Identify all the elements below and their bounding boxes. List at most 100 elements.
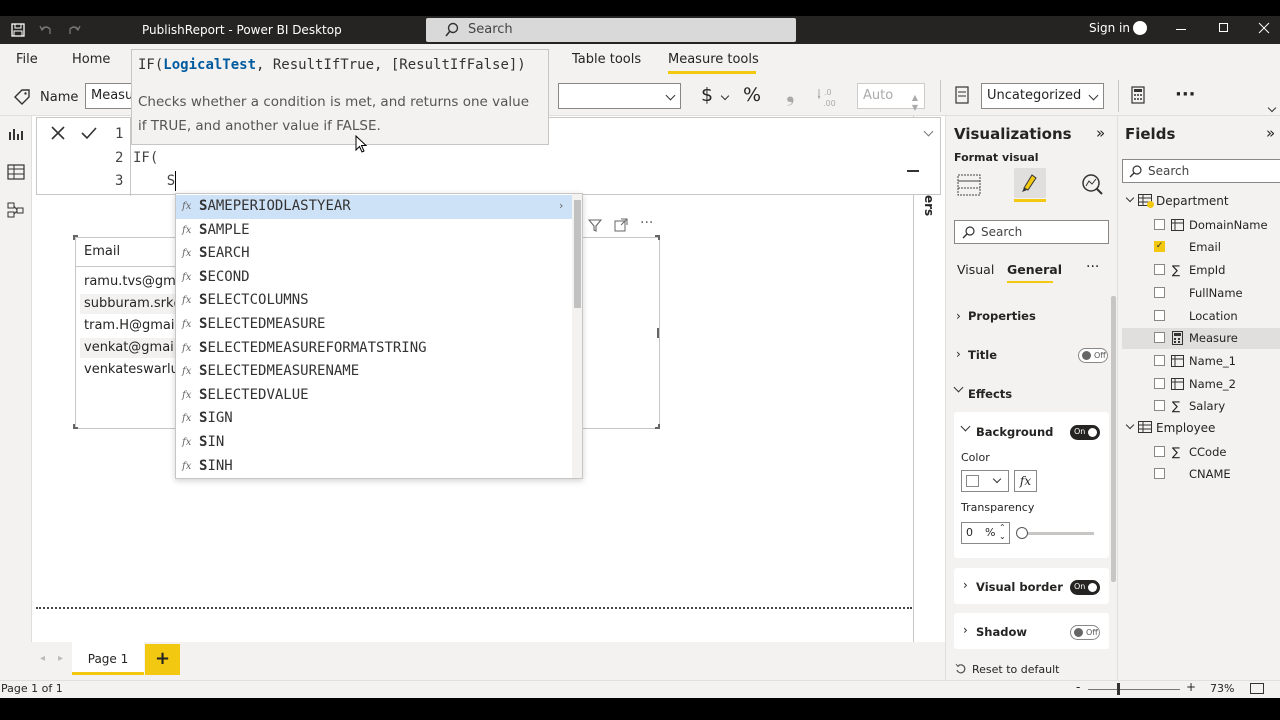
autocomplete-list[interactable]: fx SAMEPERIODLASTYEAR fx SAMPLE fx SEARCH fx SE… (175, 193, 583, 479)
field-item[interactable]: ∑ Salary (1122, 396, 1280, 417)
checkbox[interactable] (1154, 468, 1165, 480)
more-options-icon[interactable]: ··· (1086, 259, 1099, 275)
checkbox[interactable] (1154, 218, 1165, 230)
zoom-slider-thumb[interactable] (1117, 683, 1120, 695)
collapse-pane-icon[interactable]: » (1096, 124, 1105, 142)
field-item[interactable]: ∑ EmpId (1122, 260, 1280, 281)
tab-file[interactable]: File (16, 52, 38, 67)
field-item[interactable]: ✓ Email (1122, 237, 1280, 258)
autocomplete-item[interactable]: fx SELECTEDVALUE (176, 384, 572, 408)
autocomplete-item[interactable]: fx SIGN (176, 407, 572, 431)
checkbox[interactable] (1154, 400, 1165, 412)
autocomplete-item[interactable]: fx SELECTCOLUMNS (176, 289, 572, 313)
currency-chevron-icon[interactable] (720, 91, 730, 101)
scroll-right-icon[interactable]: ▸ (58, 653, 63, 664)
transparency-slider-track[interactable] (1018, 532, 1094, 535)
autocomplete-item[interactable]: fx SELECTEDMEASUREFORMATSTRING (176, 337, 572, 361)
tab-general[interactable]: General (1007, 262, 1062, 277)
resize-handle[interactable] (73, 235, 78, 240)
zoom-slider-track[interactable] (1088, 689, 1180, 690)
properties-section[interactable]: Properties (968, 309, 1036, 323)
visual-border-toggle[interactable]: On (1070, 580, 1100, 595)
visual-border-section[interactable]: Visual border (976, 580, 1063, 594)
autocomplete-item[interactable]: fx SAMPLE (176, 219, 572, 243)
tab-visual[interactable]: Visual (957, 262, 994, 277)
page-tab-1[interactable]: Page 1 (72, 642, 144, 675)
resize-handle[interactable] (73, 424, 78, 429)
field-item[interactable]: Name_1 (1122, 351, 1280, 372)
autocomplete-item[interactable]: fx SEARCH (176, 242, 572, 266)
field-item[interactable]: DomainName (1122, 215, 1280, 236)
avatar[interactable] (1133, 21, 1147, 35)
tab-home[interactable]: Home (72, 52, 110, 67)
save-icon[interactable] (10, 22, 26, 38)
model-view-icon[interactable] (7, 202, 25, 218)
autocomplete-item[interactable]: fx SIN (176, 431, 572, 455)
field-item[interactable]: CNAME (1122, 464, 1280, 485)
viz-scrollbar[interactable] (1111, 296, 1116, 582)
color-picker[interactable] (961, 470, 1009, 492)
new-measure-calculator-icon[interactable] (1130, 86, 1146, 104)
filter-icon[interactable] (588, 218, 602, 232)
analytics-icon[interactable] (1080, 172, 1104, 196)
zoom-in-button[interactable]: + (1186, 680, 1196, 694)
collapse-pane-icon[interactable]: » (1266, 124, 1275, 142)
field-item[interactable]: FullName (1122, 283, 1280, 304)
collapse-ribbon-icon[interactable] (1267, 103, 1277, 113)
report-view-icon[interactable] (7, 126, 25, 142)
focus-mode-icon[interactable] (614, 218, 628, 232)
comma-style-icon[interactable]: ❟ (786, 82, 795, 107)
undo-icon[interactable] (38, 22, 54, 38)
title-section[interactable]: Title (968, 348, 997, 362)
table-header-email[interactable]: Email (84, 244, 120, 259)
viz-search-input[interactable]: Search (954, 220, 1109, 244)
transparency-input[interactable]: 0 % ⌃ ⌄ (961, 522, 1010, 544)
effects-section[interactable]: Effects (968, 387, 1012, 401)
restore-icon[interactable] (1219, 23, 1228, 32)
conditional-format-fx-button[interactable]: fx (1014, 470, 1037, 492)
autocomplete-item[interactable]: fx SELECTEDMEASURE (176, 313, 572, 337)
visual-more-options-icon[interactable]: ··· (640, 215, 653, 231)
field-item[interactable]: Measure (1122, 328, 1280, 350)
add-page-button[interactable]: + (145, 644, 180, 675)
more-options-icon[interactable]: ··· (1175, 84, 1196, 105)
checkbox[interactable] (1154, 286, 1165, 298)
collapse-formula-icon[interactable] (907, 170, 919, 172)
zoom-out-button[interactable]: - (1076, 680, 1080, 694)
checkbox[interactable] (1154, 377, 1165, 389)
currency-button[interactable]: $ (701, 84, 713, 106)
close-window-icon[interactable] (1258, 22, 1270, 34)
resize-handle[interactable] (655, 235, 660, 240)
checkbox[interactable] (1154, 309, 1165, 321)
field-item[interactable]: ∑ CCode (1122, 442, 1280, 463)
commit-check-icon[interactable] (80, 125, 98, 141)
decimal-auto-input[interactable]: Auto ▲ ▼ (857, 83, 925, 112)
checkbox[interactable] (1154, 264, 1165, 276)
background-toggle[interactable]: On (1070, 425, 1100, 440)
resize-handle[interactable] (657, 328, 659, 338)
scroll-left-icon[interactable]: ◂ (40, 653, 45, 664)
redo-icon[interactable] (66, 22, 82, 38)
field-table-0[interactable]: Department (1124, 192, 1274, 212)
autocomplete-item[interactable]: fx SINH (176, 455, 572, 478)
title-search[interactable]: Search (426, 18, 796, 42)
autocomplete-scroll-thumb[interactable] (574, 200, 581, 308)
shadow-toggle[interactable]: Off (1070, 625, 1100, 640)
fit-to-page-icon[interactable] (1250, 683, 1264, 694)
formula-code-line[interactable]: S (133, 173, 175, 189)
percent-button[interactable]: % (743, 84, 761, 106)
resize-handle[interactable] (655, 424, 660, 429)
tab-table-tools[interactable]: Table tools (572, 52, 641, 67)
background-section[interactable]: Background (976, 425, 1053, 439)
title-toggle[interactable]: Off (1078, 348, 1108, 363)
cancel-icon[interactable] (50, 125, 66, 141)
format-dropdown[interactable] (558, 83, 681, 109)
autocomplete-item[interactable]: fx SECOND (176, 266, 572, 290)
autocomplete-item[interactable]: fx SAMEPERIODLASTYEAR (176, 195, 572, 219)
checkbox[interactable] (1154, 332, 1165, 344)
formula-code-line[interactable]: IF( (133, 150, 158, 166)
spin-down-icon[interactable]: ⌄ (999, 532, 1006, 541)
autocomplete-item[interactable]: fx SELECTEDMEASURENAME (176, 360, 572, 384)
measure-name-input[interactable]: Measure (85, 83, 133, 109)
field-table-1[interactable]: Employee (1124, 419, 1274, 439)
